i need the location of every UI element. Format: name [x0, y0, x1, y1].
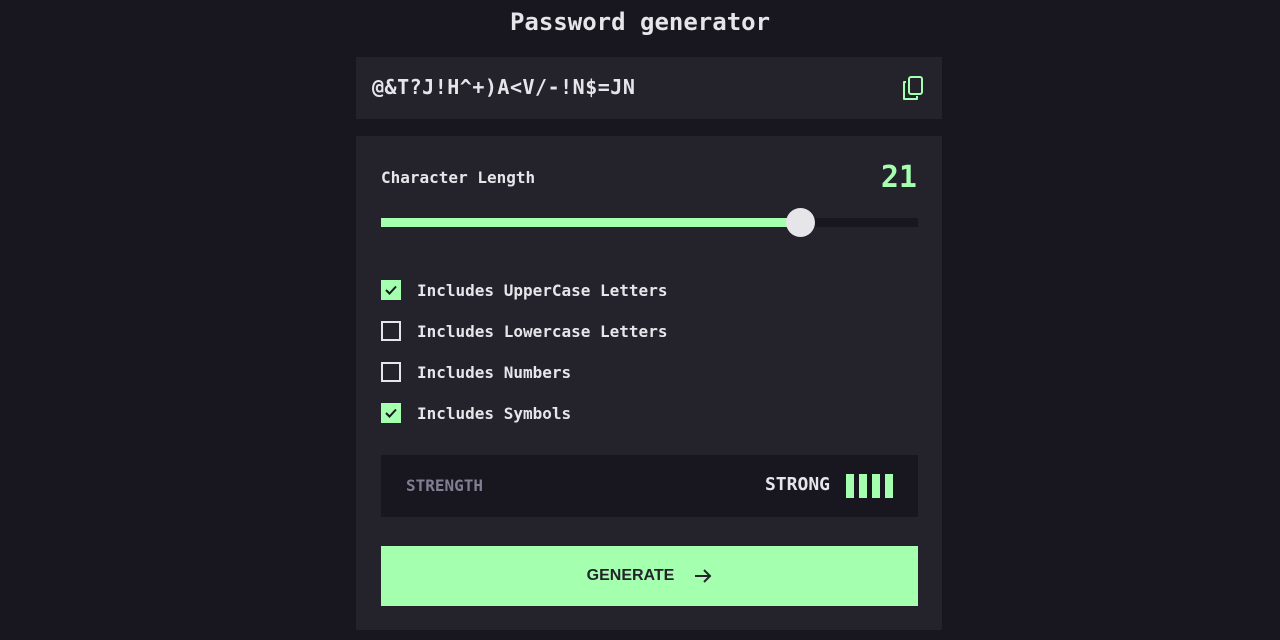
arrow-right-icon [695, 569, 712, 583]
option-lowercase[interactable]: Includes Lowercase Letters [381, 320, 667, 342]
checkbox-symbols[interactable] [381, 403, 401, 423]
character-length-value: 21 [880, 160, 917, 195]
password-output: @&T?J!H^+)A<V/-!N$=JN [356, 57, 942, 119]
check-icon [385, 408, 397, 418]
character-length-label: Character Length [381, 168, 536, 187]
check-icon [385, 285, 397, 295]
option-symbols-label: Includes Symbols [417, 403, 572, 423]
option-symbols[interactable]: Includes Symbols [381, 402, 571, 424]
strength-bar [872, 474, 880, 498]
generate-label: GENERATE [586, 567, 675, 584]
option-uppercase-label: Includes UpperCase Letters [417, 280, 668, 300]
generate-button[interactable]: GENERATE [381, 546, 918, 606]
option-numbers-label: Includes Numbers [417, 362, 572, 382]
strength-bar [859, 474, 867, 498]
strength-bar [846, 474, 854, 498]
settings-panel: Character Length 21 Includes UpperCase L… [356, 136, 942, 630]
option-uppercase[interactable]: Includes UpperCase Letters [381, 279, 667, 301]
checkbox-numbers[interactable] [381, 362, 401, 382]
slider-fill [381, 218, 800, 227]
option-numbers[interactable]: Includes Numbers [381, 361, 571, 383]
password-text: @&T?J!H^+)A<V/-!N$=JN [372, 75, 636, 99]
page-title: Password generator [509, 8, 771, 36]
checkbox-lowercase[interactable] [381, 321, 401, 341]
slider-thumb[interactable] [785, 208, 815, 237]
strength-label: STRENGTH [406, 476, 484, 495]
checkbox-uppercase[interactable] [381, 280, 401, 300]
length-slider[interactable] [381, 208, 918, 237]
strength-meter: STRENGTH STRONG [381, 455, 918, 517]
option-lowercase-label: Includes Lowercase Letters [417, 321, 668, 341]
strength-bar [885, 474, 893, 498]
strength-value: STRONG [764, 474, 830, 495]
strength-bars [846, 474, 893, 498]
copy-icon[interactable] [902, 75, 924, 101]
